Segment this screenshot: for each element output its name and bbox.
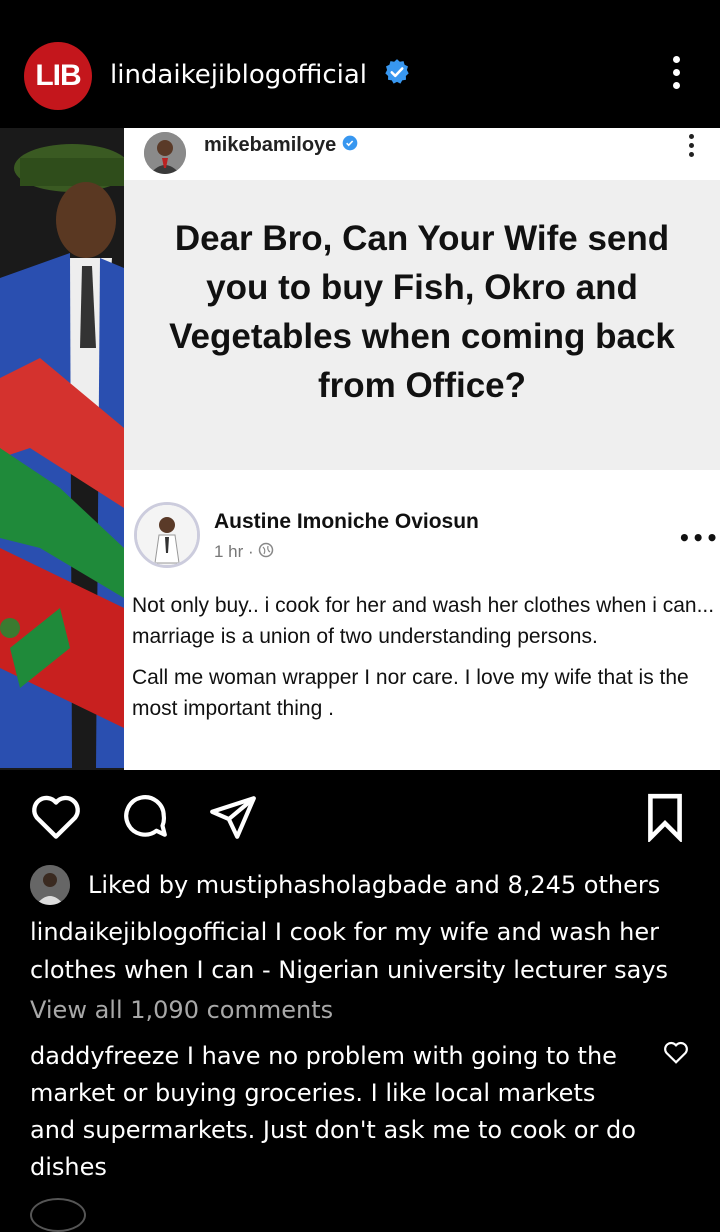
profile-avatar[interactable]: LIB: [24, 42, 92, 110]
fb-post-time: 1 hr ·: [214, 542, 274, 563]
fb-paragraph-1: Not only buy.. i cook for her and wash h…: [132, 594, 715, 648]
facebook-post: Austine Imoniche Oviosun 1 hr · ••• Not …: [124, 470, 720, 770]
fb-author-name: Austine Imoniche Oviosun: [214, 510, 479, 533]
tweet-avatar: [144, 132, 186, 174]
headline-text: Dear Bro, Can Your Wife send you to buy …: [169, 219, 675, 405]
likes-text[interactable]: Liked by mustiphasholagbade and 8,245 ot…: [88, 871, 660, 899]
lecturer-photo: [0, 128, 124, 770]
fb-time-text: 1 hr ·: [214, 542, 259, 561]
fb-post-body: Not only buy.. i cook for her and wash h…: [132, 590, 716, 734]
comment-item: daddyfreeze I have no problem with going…: [30, 1038, 640, 1186]
tweet-verified-icon: [342, 134, 358, 157]
screenshot-composite: mikebamiloye Dear Bro, Can Your Wife sen…: [124, 128, 720, 770]
globe-icon: [258, 542, 274, 563]
tweet-username-row: mikebamiloye: [204, 134, 358, 157]
likes-row[interactable]: Liked by mustiphasholagbade and 8,245 ot…: [30, 865, 710, 905]
caption-username[interactable]: lindaikejiblogofficial: [30, 918, 267, 946]
fb-paragraph-2: Call me woman wrapper I nor care. I love…: [132, 666, 689, 720]
comment-like-icon[interactable]: [663, 1040, 689, 1068]
more-options-icon[interactable]: [664, 56, 688, 96]
paper-plane-icon[interactable]: [208, 792, 258, 846]
username-row[interactable]: lindaikejiblogofficial: [110, 58, 411, 93]
tweet-more-icon: [686, 134, 696, 161]
caption: lindaikejiblogofficial I cook for my wif…: [30, 913, 700, 989]
bookmark-icon[interactable]: [644, 792, 686, 846]
liker-avatar: [30, 865, 70, 905]
comment-username[interactable]: daddyfreeze: [30, 1042, 179, 1070]
comment-bubble-icon[interactable]: [120, 792, 170, 846]
post-header: LIB lindaikejiblogofficial: [0, 0, 720, 128]
heart-outline-icon[interactable]: [30, 792, 82, 844]
fb-more-icon: •••: [678, 526, 720, 550]
headline-card: Dear Bro, Can Your Wife send you to buy …: [124, 180, 720, 470]
username[interactable]: lindaikejiblogofficial: [110, 60, 367, 90]
verified-badge-icon: [383, 58, 411, 93]
tweet-username: mikebamiloye: [204, 134, 337, 156]
action-bar: [0, 770, 720, 866]
post-image[interactable]: mikebamiloye Dear Bro, Can Your Wife sen…: [0, 128, 720, 770]
fb-author-avatar: [134, 502, 200, 568]
tweet-header: mikebamiloye: [124, 128, 720, 178]
next-comment-avatar: [30, 1198, 86, 1232]
view-all-comments-link[interactable]: View all 1,090 comments: [30, 996, 333, 1024]
